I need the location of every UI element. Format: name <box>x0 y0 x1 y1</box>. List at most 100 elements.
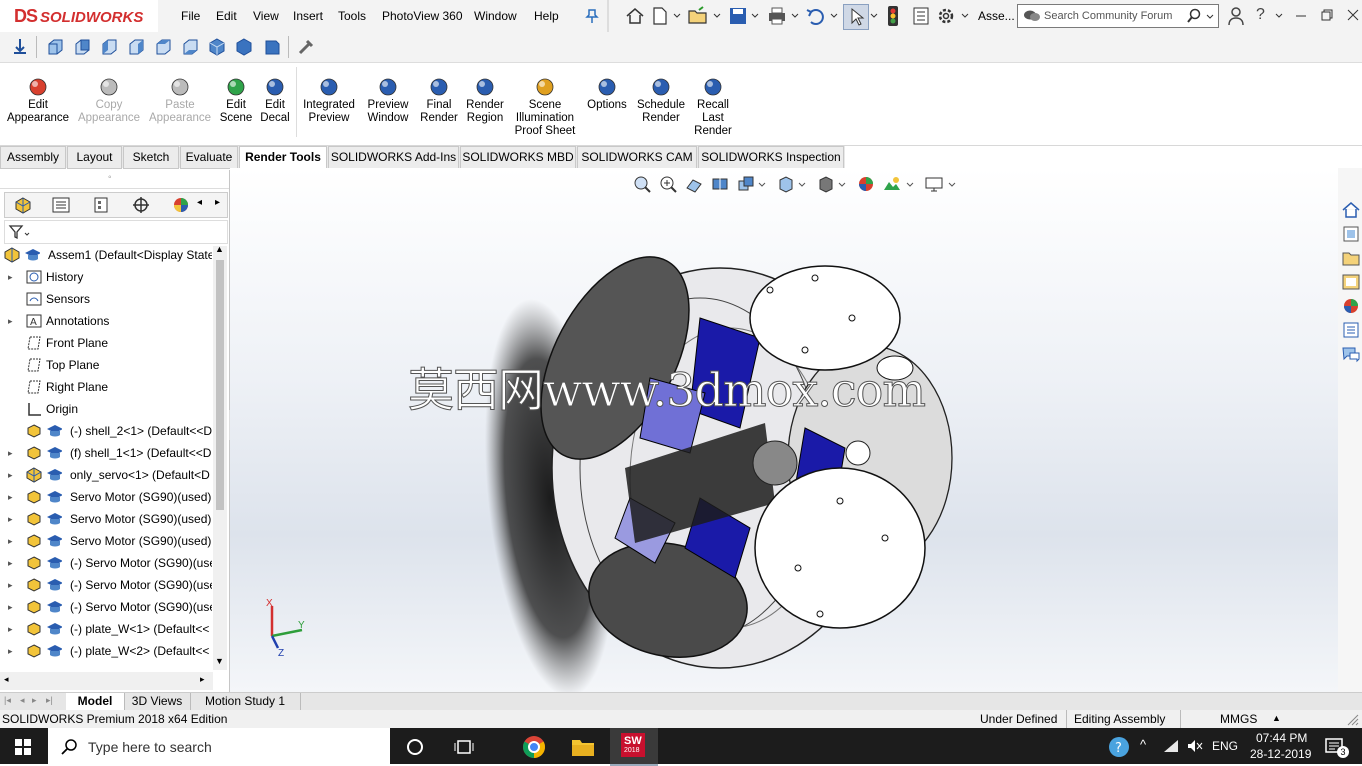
scroll-right-icon[interactable]: ▸ <box>200 674 205 685</box>
isometric-view-icon[interactable] <box>207 37 227 57</box>
scroll-left-icon[interactable]: ◂ <box>4 674 9 685</box>
expand-arrow-icon[interactable]: ▸ <box>8 310 13 332</box>
expand-arrow-icon[interactable]: ▸ <box>8 618 13 640</box>
tab-prev-icon[interactable]: ◂ <box>20 695 25 706</box>
menu-insert[interactable]: Insert <box>293 9 323 23</box>
tab-sketch[interactable]: Sketch <box>123 146 179 169</box>
dimetric-view-icon[interactable] <box>261 37 281 57</box>
scroll-down-icon[interactable]: ▼ <box>215 656 224 666</box>
tab-solidworks-inspection[interactable]: SOLIDWORKS Inspection <box>698 146 844 169</box>
tab-solidworks-add-ins[interactable]: SOLIDWORKS Add-Ins <box>328 146 459 169</box>
rebuild-traffic-light-icon[interactable] <box>886 5 900 27</box>
units-up-icon[interactable]: ▲ <box>1272 713 1281 723</box>
tab-assembly[interactable]: Assembly <box>0 146 66 169</box>
expand-arrow-icon[interactable]: ▸ <box>8 552 13 574</box>
tab-scroll-right-icon[interactable]: ▸ <box>215 197 220 208</box>
expand-arrow-icon[interactable]: ▸ <box>8 266 13 288</box>
tree-item[interactable]: Right Plane <box>0 376 212 398</box>
file-explorer-taskbar-icon[interactable] <box>570 736 596 758</box>
tree-item[interactable]: ▸ (-) Servo Motor (SG90)(use <box>0 552 212 574</box>
featuremanager-tree-icon[interactable] <box>13 196 33 214</box>
clock-date[interactable]: 28-12-2019 <box>1250 747 1311 761</box>
tree-item[interactable]: Front Plane <box>0 332 212 354</box>
tab-solidworks-cam[interactable]: SOLIDWORKS CAM <box>577 146 697 169</box>
tray-overflow-icon[interactable]: ^ <box>1140 737 1146 752</box>
chevron-down-icon[interactable] <box>1275 12 1283 20</box>
dimxpertmanager-icon[interactable] <box>131 196 151 214</box>
menu-view[interactable]: View <box>253 9 279 23</box>
expand-arrow-icon[interactable]: ▸ <box>8 486 13 508</box>
menu-file[interactable]: File <box>181 9 200 23</box>
solidworks-taskbar-button[interactable]: SW 2018 <box>610 728 658 766</box>
expand-arrow-icon[interactable]: ▸ <box>8 530 13 552</box>
configurationmanager-icon[interactable] <box>91 196 111 214</box>
tree-item[interactable]: ▸ (-) Servo Motor (SG90)(use <box>0 574 212 596</box>
menu-photoview-360[interactable]: PhotoView 360 <box>382 9 463 23</box>
tree-item[interactable]: ▸ only_servo<1> (Default<D <box>0 464 212 486</box>
tree-item[interactable]: ▸ (-) plate_W<1> (Default<< <box>0 618 212 640</box>
scrollbar-thumb[interactable] <box>216 260 224 510</box>
tab-render-tools[interactable]: Render Tools <box>239 146 327 169</box>
gear-icon[interactable] <box>936 6 956 26</box>
tree-item[interactable]: (-) shell_2<1> (Default<<D <box>0 420 212 442</box>
expand-arrow-icon[interactable]: ▸ <box>8 640 13 662</box>
chrome-icon[interactable] <box>522 735 546 759</box>
tree-item[interactable]: ▸ (-) Servo Motor (SG90)(use <box>0 596 212 618</box>
tree-item[interactable]: ▸ A Annotations <box>0 310 212 332</box>
help-tray-icon[interactable]: ? <box>1108 736 1130 758</box>
bottom-tab-motion-study-1[interactable]: Motion Study 1 <box>190 693 301 710</box>
chevron-down-icon[interactable] <box>791 12 799 20</box>
input-language[interactable]: ENG <box>1212 739 1238 753</box>
bottom-view-icon[interactable] <box>180 37 200 57</box>
trimetric-view-icon[interactable] <box>234 37 254 57</box>
chevron-down-icon[interactable] <box>830 12 838 20</box>
undo-icon[interactable] <box>805 6 827 26</box>
chevron-down-icon[interactable] <box>1206 13 1214 21</box>
task-view-icon[interactable] <box>454 738 474 756</box>
tab-scroll-left-icon[interactable]: ◂ <box>197 197 202 208</box>
tree-item[interactable]: ▸ Servo Motor (SG90)(used) <box>0 508 212 530</box>
tab-first-icon[interactable]: |◂ <box>4 695 11 706</box>
help-icon[interactable]: ? <box>1256 6 1265 24</box>
displaymanager-icon[interactable] <box>171 196 191 214</box>
custom-properties-icon[interactable] <box>1341 320 1361 340</box>
menu-window[interactable]: Window <box>474 9 517 23</box>
solidworks-resources-icon[interactable] <box>1341 200 1361 220</box>
tree-item[interactable]: ▸ Servo Motor (SG90)(used) <box>0 486 212 508</box>
units-selector[interactable]: MMGS <box>1220 712 1257 726</box>
expand-arrow-icon[interactable]: ▸ <box>8 442 13 464</box>
scroll-up-icon[interactable]: ▲ <box>215 244 224 254</box>
ribbon-recall-button[interactable]: Recall Last Render <box>675 77 751 138</box>
home-icon[interactable] <box>625 6 645 26</box>
open-folder-icon[interactable] <box>687 6 709 26</box>
minimize-icon[interactable] <box>1294 8 1308 22</box>
cortana-icon[interactable] <box>406 738 424 756</box>
file-properties-icon[interactable] <box>911 6 931 26</box>
menu-tools[interactable]: Tools <box>338 9 366 23</box>
restore-icon[interactable] <box>1320 8 1334 22</box>
front-view-icon[interactable] <box>45 37 65 57</box>
appearances-scenes-icon[interactable] <box>1341 296 1361 316</box>
right-view-icon[interactable] <box>126 37 146 57</box>
back-view-icon[interactable] <box>72 37 92 57</box>
view-palette-icon[interactable] <box>1341 272 1361 292</box>
expand-arrow-icon[interactable]: ▸ <box>8 574 13 596</box>
tree-item[interactable]: Top Plane <box>0 354 212 376</box>
tree-item[interactable]: Origin <box>0 398 212 420</box>
tab-solidworks-mbd[interactable]: SOLIDWORKS MBD <box>460 146 576 169</box>
expand-arrow-icon[interactable]: ▸ <box>8 508 13 530</box>
user-account-icon[interactable] <box>1227 6 1245 26</box>
left-view-icon[interactable] <box>99 37 119 57</box>
bottom-tab-model[interactable]: Model <box>66 693 125 710</box>
tree-item[interactable]: ▸ (f) shell_1<1> (Default<<D <box>0 442 212 464</box>
chevron-down-icon[interactable] <box>713 12 721 20</box>
expand-arrow-icon[interactable]: ▸ <box>8 464 13 486</box>
close-icon[interactable] <box>1346 8 1360 22</box>
tree-item[interactable]: ▸ (-) plate_W<2> (Default<< <box>0 640 212 662</box>
ribbon-appearance-button[interactable]: Edit Appearance <box>0 77 76 125</box>
wifi-icon[interactable] <box>1162 738 1180 754</box>
file-explorer-icon[interactable] <box>1341 248 1361 268</box>
save-icon[interactable] <box>728 6 748 26</box>
new-document-icon[interactable] <box>651 6 669 26</box>
search-icon[interactable] <box>1186 8 1202 24</box>
